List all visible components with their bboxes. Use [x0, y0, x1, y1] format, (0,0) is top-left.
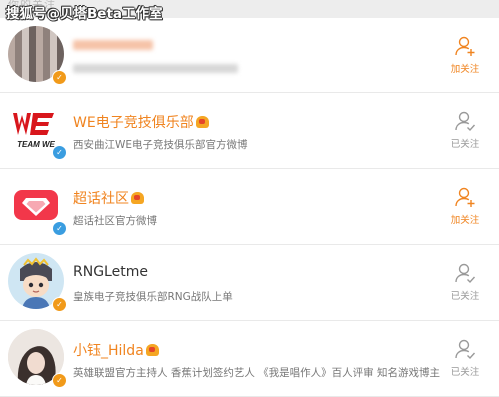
verified-badge-icon: ✓	[52, 70, 67, 85]
account-row[interactable]: ✓ 小钰_Hilda 英雄联盟官方主持人 香蕉计划签约艺人 《我是唱作人》百人评…	[0, 321, 499, 397]
verified-badge-icon: ✓	[52, 373, 67, 388]
follow-label: 已关注	[450, 139, 480, 150]
account-row[interactable]: ✓ 超话社区 超话社区官方微博 加关注	[0, 169, 499, 245]
account-name[interactable]: WE电子竞技俱乐部	[73, 112, 209, 132]
account-list: ✓ 加关注 TEAM WE ✓ WE电子竞技俱乐部 西安曲江WE电子竞技俱乐部官…	[0, 18, 499, 397]
account-description: 西安曲江WE电子竞技俱乐部官方微博	[73, 139, 248, 151]
verified-badge-icon: ✓	[52, 297, 67, 312]
followed-user-icon	[455, 111, 476, 132]
watermark: 搜狐号@贝塔Beta工作室	[6, 6, 163, 22]
account-description: 超话社区官方微博	[73, 215, 157, 227]
account-description: 英雄联盟官方主持人 香蕉计划签约艺人 《我是唱作人》百人评审 知名游戏博主	[73, 367, 441, 379]
follow-button[interactable]: 加关注	[449, 185, 481, 226]
followed-user-icon	[455, 339, 476, 360]
follow-label: 加关注	[450, 64, 480, 75]
add-user-icon	[455, 187, 475, 207]
follow-label: 已关注	[450, 291, 480, 302]
account-row[interactable]: ✓ 加关注	[0, 18, 499, 93]
followed-user-icon	[455, 263, 476, 284]
blurred-name	[73, 40, 153, 50]
vip-crown-icon	[131, 192, 144, 204]
follow-label: 加关注	[450, 215, 480, 226]
account-description: 皇族电子竞技俱乐部RNG战队上单	[73, 291, 233, 303]
account-name[interactable]: RNGLetme	[73, 264, 148, 280]
following-list-page: 你的关注 搜狐号@贝塔Beta工作室 ✓ 加关注 TEAM WE ✓ WE电子竞…	[0, 0, 499, 397]
vip-crown-icon	[195, 116, 209, 128]
follow-label: 已关注	[450, 367, 480, 378]
following-button[interactable]: 已关注	[449, 337, 481, 378]
blurred-description	[73, 64, 238, 73]
verified-badge-icon: ✓	[52, 221, 67, 236]
we-logo-text: TEAM WE	[17, 140, 55, 149]
account-name[interactable]: 超话社区	[73, 188, 144, 208]
verified-badge-icon: ✓	[52, 145, 67, 160]
account-row[interactable]: ✓ RNGLetme 皇族电子竞技俱乐部RNG战队上单 已关注	[0, 245, 499, 321]
account-name[interactable]: 小钰_Hilda	[73, 340, 159, 360]
account-row[interactable]: TEAM WE ✓ WE电子竞技俱乐部 西安曲江WE电子竞技俱乐部官方微博 已关…	[0, 93, 499, 169]
following-button[interactable]: 已关注	[449, 261, 481, 302]
add-user-icon	[455, 36, 475, 56]
following-button[interactable]: 已关注	[449, 109, 481, 150]
vip-crown-icon	[145, 344, 159, 356]
follow-button[interactable]: 加关注	[449, 34, 481, 75]
